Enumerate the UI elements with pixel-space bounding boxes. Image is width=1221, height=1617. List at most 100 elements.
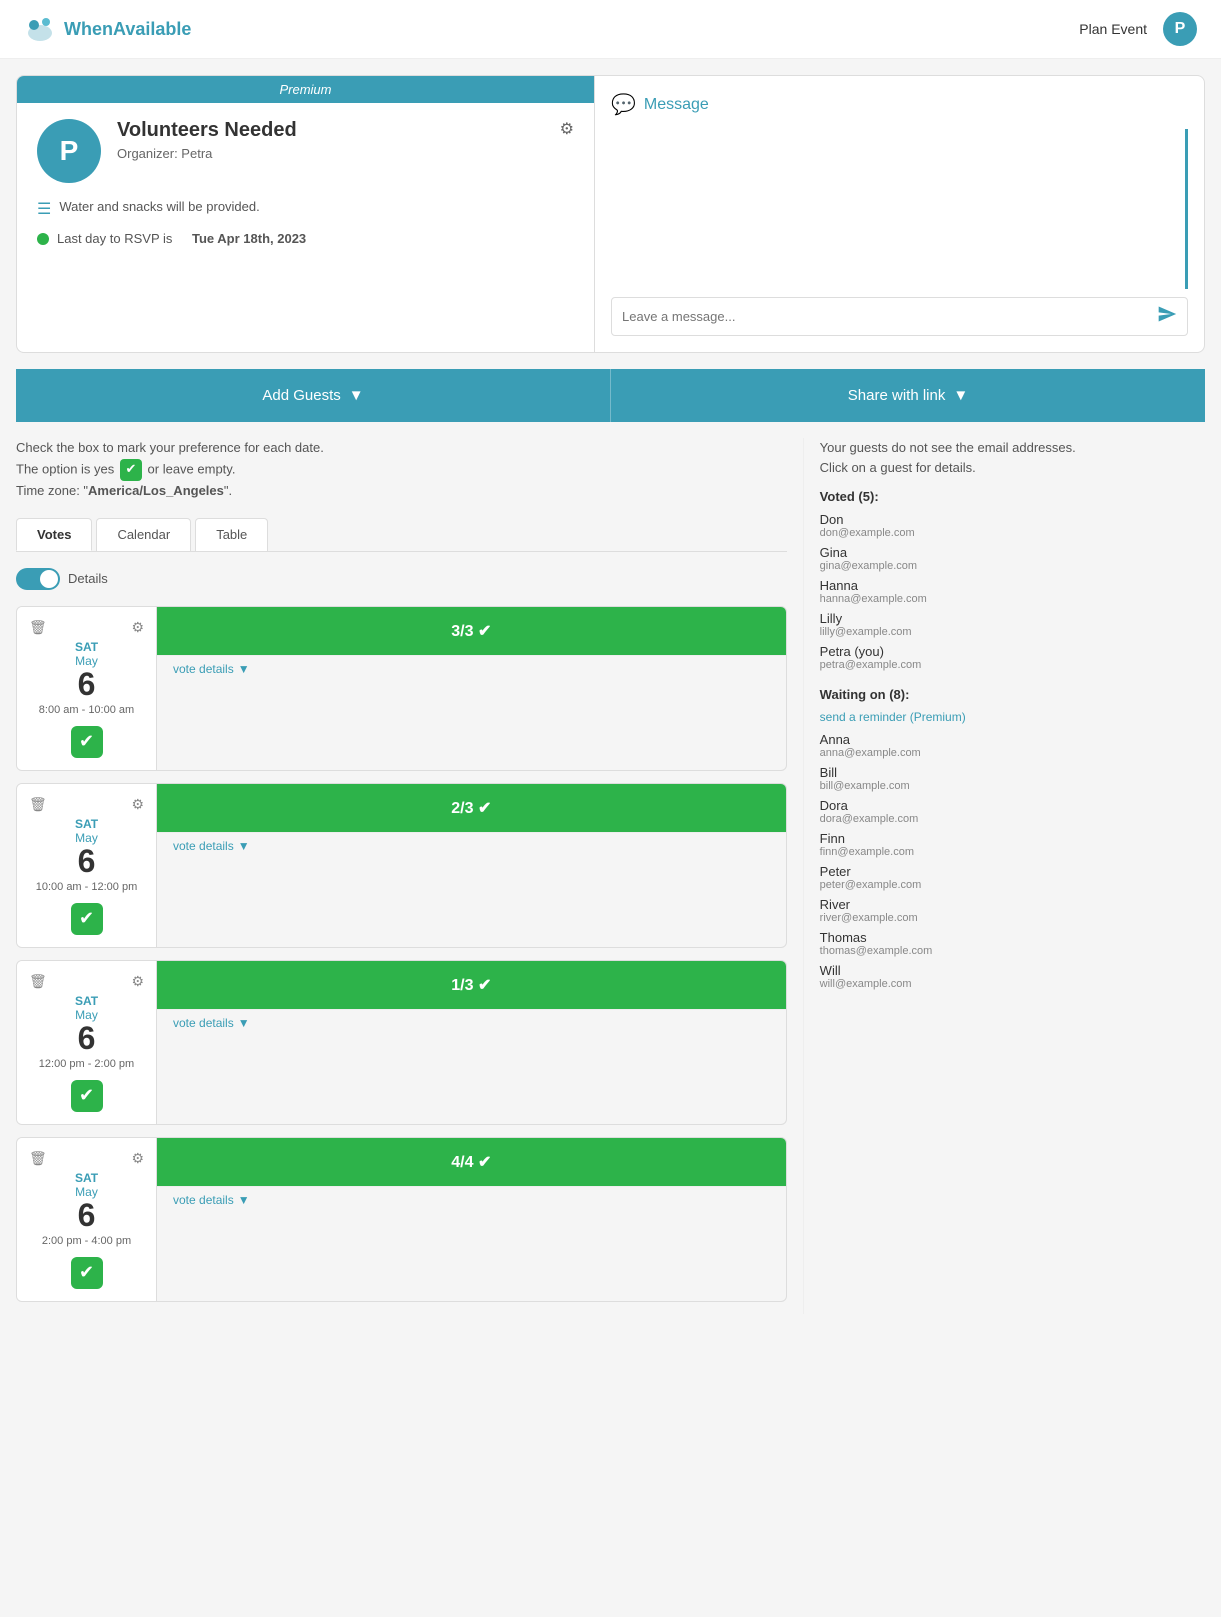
vote-details-3[interactable]: vote details ▼ (157, 1186, 786, 1213)
date-left-1: 🗑 ⚙ SAT May 6 10:00 am - 12:00 pm ✔ (17, 784, 157, 947)
sliders-icon-1[interactable]: ⚙ (131, 796, 144, 813)
trash-icon-1[interactable]: 🗑 (29, 796, 47, 813)
main-content: Check the box to mark your preference fo… (16, 438, 1205, 1314)
details-toggle[interactable] (16, 568, 60, 590)
voted-guest-item[interactable]: Hannahanna@example.com (820, 578, 1205, 605)
guest-name: Will (820, 963, 1205, 978)
rsvp-date: Tue Apr 18th, 2023 (192, 231, 306, 246)
settings-button[interactable]: ⚙ (560, 119, 574, 139)
message-input[interactable] (622, 309, 1149, 324)
guest-email: don@example.com (820, 527, 1205, 539)
organizer-avatar: P (37, 119, 101, 183)
guest-name: Anna (820, 732, 1205, 747)
guest-email: petra@example.com (820, 659, 1205, 671)
premium-banner: Premium (17, 76, 594, 103)
trash-icon-0[interactable]: 🗑 (29, 619, 47, 636)
vote-details-2[interactable]: vote details ▼ (157, 1009, 786, 1036)
trash-icon-2[interactable]: 🗑 (29, 973, 47, 990)
sliders-icon-0[interactable]: ⚙ (131, 619, 144, 636)
waiting-guest-item[interactable]: Riverriver@example.com (820, 897, 1205, 924)
event-header: P Volunteers Needed Organizer: Petra ⚙ (37, 119, 574, 183)
tab-calendar[interactable]: Calendar (96, 518, 191, 551)
share-link-button[interactable]: Share with link ▼ (611, 369, 1205, 422)
date-time-1: 10:00 am - 12:00 pm (29, 881, 144, 893)
message-input-row (611, 297, 1188, 336)
guest-email: peter@example.com (820, 879, 1205, 891)
header-right: Plan Event P (1079, 12, 1197, 46)
waiting-guest-item[interactable]: Billbill@example.com (820, 765, 1205, 792)
vote-details-text-0: vote details (173, 662, 234, 676)
check-box-0[interactable]: ✔ (71, 726, 103, 758)
date-num-2: 6 (29, 1022, 144, 1054)
voted-guest-item[interactable]: Dondon@example.com (820, 512, 1205, 539)
waiting-guest-item[interactable]: Doradora@example.com (820, 798, 1205, 825)
event-message-panel: Premium P Volunteers Needed Organizer: P… (16, 75, 1205, 353)
guest-email: dora@example.com (820, 813, 1205, 825)
instruction-line2-suffix: or leave empty. (148, 461, 236, 476)
vote-bar-2: 1/3 ✔ (157, 961, 786, 1009)
check-box-2[interactable]: ✔ (71, 1080, 103, 1112)
guest-name: Thomas (820, 930, 1205, 945)
voted-section: Voted (5): Dondon@example.comGinagina@ex… (820, 489, 1205, 671)
guest-email: finn@example.com (820, 846, 1205, 858)
left-panel: Check the box to mark your preference fo… (16, 438, 787, 1314)
menu-icon: ☰ (37, 199, 51, 219)
guest-email: lilly@example.com (820, 626, 1205, 638)
sliders-icon-3[interactable]: ⚙ (131, 1150, 144, 1167)
check-box-1[interactable]: ✔ (71, 903, 103, 935)
voted-guest-item[interactable]: Petra (you)petra@example.com (820, 644, 1205, 671)
vote-details-0[interactable]: vote details ▼ (157, 655, 786, 682)
user-avatar[interactable]: P (1163, 12, 1197, 46)
guest-name: Finn (820, 831, 1205, 846)
tabs: Votes Calendar Table (16, 518, 787, 552)
date-num-3: 6 (29, 1199, 144, 1231)
sliders-icon-2[interactable]: ⚙ (131, 973, 144, 990)
date-day-2: SAT (29, 994, 144, 1008)
check-box-3[interactable]: ✔ (71, 1257, 103, 1289)
guest-name: Hanna (820, 578, 1205, 593)
voted-guest-item[interactable]: Ginagina@example.com (820, 545, 1205, 572)
waiting-guest-item[interactable]: Annaanna@example.com (820, 732, 1205, 759)
instructions: Check the box to mark your preference fo… (16, 438, 787, 502)
date-left-3: 🗑 ⚙ SAT May 6 2:00 pm - 4:00 pm ✔ (17, 1138, 157, 1301)
event-title: Volunteers Needed (117, 119, 544, 142)
date-day-1: SAT (29, 817, 144, 831)
tab-votes[interactable]: Votes (16, 518, 92, 551)
plan-event-button[interactable]: Plan Event (1079, 21, 1147, 37)
vote-details-text-1: vote details (173, 839, 234, 853)
instruction-timezone-suffix: ". (224, 483, 232, 498)
instruction-timezone-prefix: Time zone: " (16, 483, 88, 498)
send-button[interactable] (1157, 304, 1177, 329)
add-guests-button[interactable]: Add Guests ▼ (16, 369, 611, 422)
date-day-0: SAT (29, 640, 144, 654)
vote-bar-1: 2/3 ✔ (157, 784, 786, 832)
date-actions-top-2: 🗑 ⚙ (29, 973, 144, 990)
toggle-row: Details (16, 568, 787, 590)
waiting-guest-item[interactable]: Willwill@example.com (820, 963, 1205, 990)
waiting-guest-item[interactable]: Peterpeter@example.com (820, 864, 1205, 891)
reminder-link[interactable]: send a reminder (Premium) (820, 710, 1205, 724)
waiting-title: Waiting on (8): (820, 687, 1205, 702)
vote-details-chevron-1: ▼ (238, 839, 250, 853)
date-time-0: 8:00 am - 10:00 am (29, 704, 144, 716)
guest-name: Bill (820, 765, 1205, 780)
waiting-guest-item[interactable]: Finnfinn@example.com (820, 831, 1205, 858)
date-right-2: 1/3 ✔ vote details ▼ (157, 961, 786, 1124)
guest-name: River (820, 897, 1205, 912)
waiting-guest-item[interactable]: Thomasthomas@example.com (820, 930, 1205, 957)
date-slot-2: 🗑 ⚙ SAT May 6 12:00 pm - 2:00 pm ✔ 1/3 ✔… (16, 960, 787, 1125)
guest-name: Lilly (820, 611, 1205, 626)
vote-details-1[interactable]: vote details ▼ (157, 832, 786, 859)
event-rsvp: Last day to RSVP is Tue Apr 18th, 2023 (37, 231, 574, 246)
date-slots: 🗑 ⚙ SAT May 6 8:00 am - 10:00 am ✔ 3/3 ✔… (16, 606, 787, 1302)
date-right-0: 3/3 ✔ vote details ▼ (157, 607, 786, 770)
waiting-guests-list: Annaanna@example.com Billbill@example.com… (820, 732, 1205, 990)
event-desc-text: Water and snacks will be provided. (59, 199, 259, 214)
voted-guest-item[interactable]: Lillylilly@example.com (820, 611, 1205, 638)
trash-icon-3[interactable]: 🗑 (29, 1150, 47, 1167)
date-actions-top-3: 🗑 ⚙ (29, 1150, 144, 1167)
event-organizer: Organizer: Petra (117, 146, 544, 161)
tab-table[interactable]: Table (195, 518, 268, 551)
action-buttons: Add Guests ▼ Share with link ▼ (16, 369, 1205, 422)
date-time-3: 2:00 pm - 4:00 pm (29, 1235, 144, 1247)
